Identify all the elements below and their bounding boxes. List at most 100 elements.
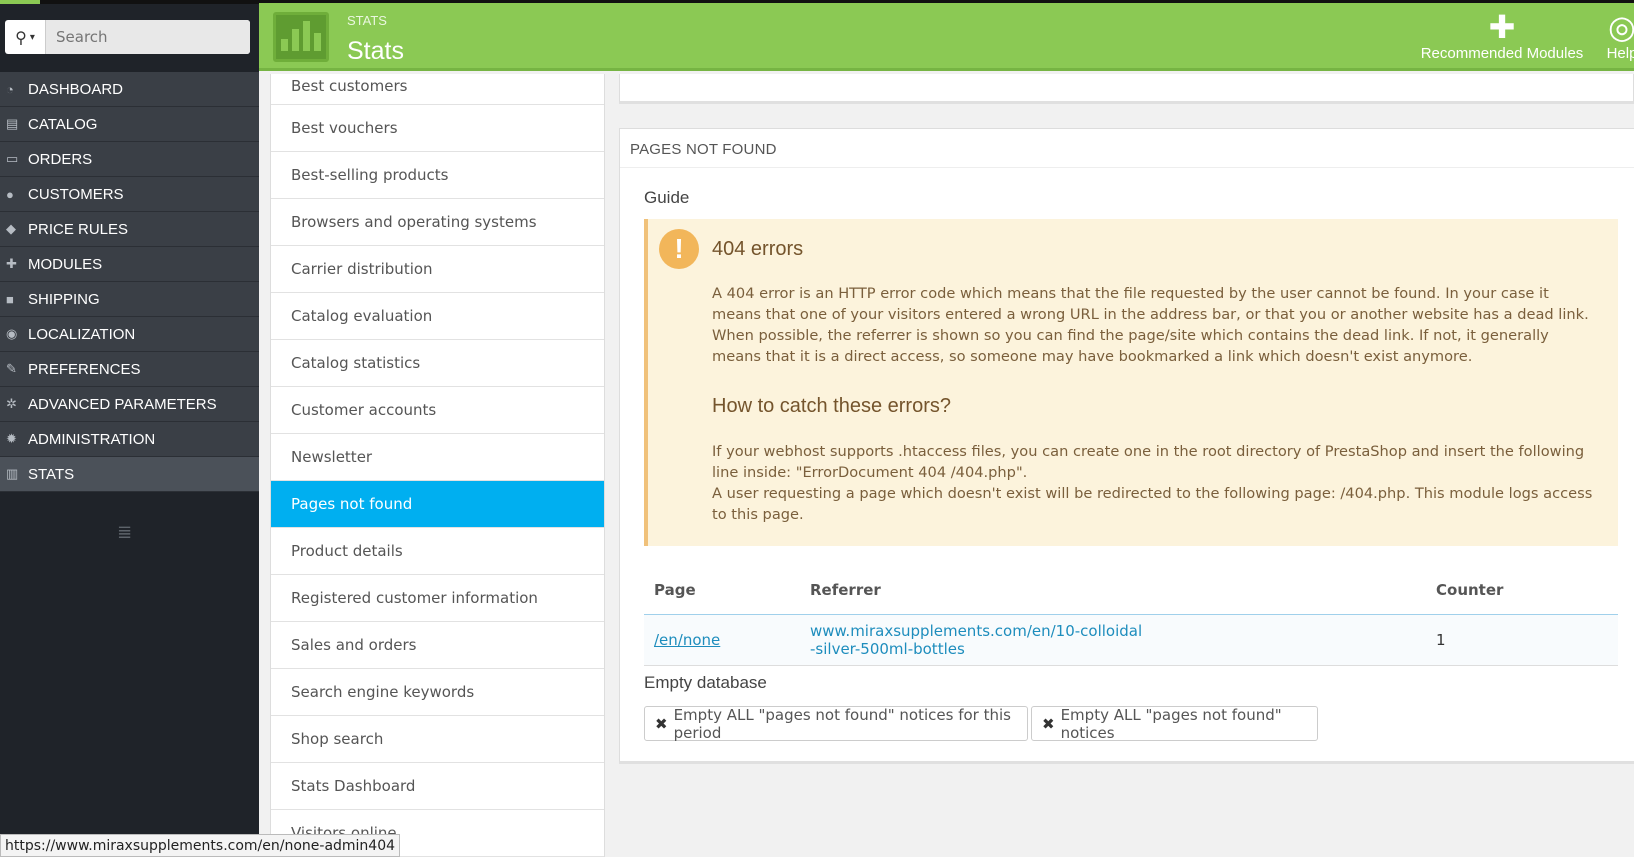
sidebar-item-stats[interactable]: ▥ STATS xyxy=(0,457,259,492)
stats-list-item[interactable]: Registered customer information xyxy=(271,575,604,622)
table-cell-referrer: www.miraxsupplements.com/en/10-colloidal… xyxy=(800,614,1426,666)
close-icon: ✖ xyxy=(655,714,668,733)
stats-list-item[interactable]: Catalog evaluation xyxy=(271,293,604,340)
sidebar-menu: ◔ DASHBOARD ▤ CATALOG ▭ ORDERS ● CUSTOMERS ◆ PRIC… xyxy=(0,72,259,492)
sidebar: ⚲ ▾ ◔ DASHBOARD ▤ CATALOG ▭ ORDERS ● CUSTOMERS ◆… xyxy=(0,0,259,857)
sidebar-item-price-rules[interactable]: ◆ PRICE RULES xyxy=(0,212,259,247)
stats-list-item[interactable]: Browsers and operating systems xyxy=(271,199,604,246)
breadcrumb: STATS xyxy=(347,13,387,28)
stats-module-list: Best customers Best vouchers Best-selling … xyxy=(270,74,605,857)
sidebar-item-label: CATALOG xyxy=(28,115,98,133)
exclamation-icon: ! xyxy=(659,229,699,269)
life-ring-icon: ◎ xyxy=(1608,9,1634,45)
help-label: Help xyxy=(1606,45,1634,62)
header-bar: STATS Stats ✚ Recommended Modules ◎ Help xyxy=(259,0,1634,71)
referrer-link-line1: www.miraxsupplements.com/en/10-colloidal xyxy=(810,621,1143,640)
puzzle-icon: ✚ xyxy=(6,256,17,271)
sidebar-item-catalog[interactable]: ▤ CATALOG xyxy=(0,107,259,142)
bar-chart-icon: ▥ xyxy=(6,466,19,481)
stats-list-item[interactable]: Product details xyxy=(271,528,604,575)
sidebar-item-preferences[interactable]: ✎ PREFERENCES xyxy=(0,352,259,387)
column-header-page: Page xyxy=(644,566,800,615)
table-row: /en/none www.miraxsupplements.com/en/10-… xyxy=(644,614,1618,666)
recommended-modules-button[interactable]: ✚ Recommended Modules xyxy=(1412,9,1592,62)
warning-alert: ! 404 errors A 404 error is an HTTP erro… xyxy=(644,219,1618,546)
referrer-link-line2: -silver-500ml-bottles xyxy=(810,639,965,658)
search-icon: ⚲ xyxy=(15,27,27,47)
stats-list-item[interactable]: Catalog statistics xyxy=(271,340,604,387)
page-title: Stats xyxy=(347,37,404,65)
sidebar-item-advanced-parameters[interactable]: ✲ ADVANCED PARAMETERS xyxy=(0,387,259,422)
users-icon: ● xyxy=(6,186,14,202)
empty-period-label: Empty ALL "pages not found" notices for … xyxy=(673,705,1011,742)
help-button[interactable]: ◎ Help xyxy=(1602,9,1634,62)
sidebar-item-label: ADVANCED PARAMETERS xyxy=(28,395,217,413)
sidebar-item-label: SHIPPING xyxy=(28,290,100,308)
tachometer-icon: ◔ xyxy=(6,81,14,97)
table-cell-page: /en/none xyxy=(644,614,800,666)
sidebar-item-customers[interactable]: ● CUSTOMERS xyxy=(0,177,259,212)
sidebar-item-label: CUSTOMERS xyxy=(28,185,124,203)
page-link[interactable]: /en/none xyxy=(654,631,720,649)
column-header-referrer: Referrer xyxy=(800,566,1426,615)
sidebar-item-label: ORDERS xyxy=(28,150,93,168)
alert-title: 404 errors xyxy=(712,238,804,260)
alert-subtitle: How to catch these errors? xyxy=(712,395,951,417)
stats-list-item[interactable]: Pages not found xyxy=(271,481,604,528)
sidebar-item-localization[interactable]: ◉ LOCALIZATION xyxy=(0,317,259,352)
credit-card-icon: ▭ xyxy=(6,151,19,166)
stats-list-item[interactable]: Best-selling products xyxy=(271,152,604,199)
cogs-icon: ✲ xyxy=(6,396,17,411)
sidebar-item-label: PRICE RULES xyxy=(28,220,129,238)
stats-list-item[interactable]: Carrier distribution xyxy=(271,246,604,293)
close-icon: ✖ xyxy=(1042,714,1055,733)
alert-instructions-line1: If your webhost supports .htaccess files… xyxy=(712,443,1585,481)
menu-collapse-icon[interactable]: ≣ xyxy=(117,522,132,543)
empty-period-button[interactable]: ✖ Empty ALL "pages not found" notices fo… xyxy=(644,705,1028,742)
stats-list-item[interactable]: Newsletter xyxy=(271,434,604,481)
sidebar-item-orders[interactable]: ▭ ORDERS xyxy=(0,142,259,177)
alert-text: A 404 error is an HTTP error code which … xyxy=(712,285,1589,365)
globe-icon: ◉ xyxy=(6,326,18,341)
stats-list-item[interactable]: Search engine keywords xyxy=(271,669,604,716)
puzzle-icon: ✚ xyxy=(1488,9,1516,45)
guide-title: Guide xyxy=(644,188,690,207)
referrer-link[interactable]: www.miraxsupplements.com/en/10-colloidal… xyxy=(810,622,1426,658)
sidebar-top-line xyxy=(0,0,259,4)
column-header-counter: Counter xyxy=(1426,566,1618,615)
tags-icon: ◆ xyxy=(6,221,16,236)
panel-heading: PAGES NOT FOUND xyxy=(630,141,777,158)
sidebar-item-shipping[interactable]: ■ SHIPPING xyxy=(0,282,259,317)
sidebar-item-label: MODULES xyxy=(28,255,103,273)
pages-not-found-table: Page Referrer Counter /en/none www.mirax… xyxy=(644,566,1618,666)
empty-all-label: Empty ALL "pages not found" notices xyxy=(1060,705,1282,742)
sidebar-item-label: ADMINISTRATION xyxy=(28,430,156,448)
pages-not-found-panel: PAGES NOT FOUND Guide ! 404 errors A 404… xyxy=(619,128,1634,764)
sidebar-top-accent xyxy=(0,0,40,4)
stats-list-item[interactable]: Best vouchers xyxy=(271,105,604,152)
empty-database-title: Empty database xyxy=(644,673,767,692)
table-cell-counter: 1 xyxy=(1426,614,1618,666)
status-url-tooltip: https://www.miraxsupplements.com/en/none… xyxy=(0,834,401,857)
book-icon: ▤ xyxy=(6,116,19,131)
wrench-icon: ✎ xyxy=(6,361,17,376)
search-type-button[interactable]: ⚲ ▾ xyxy=(5,20,46,54)
stats-list-item[interactable]: Shop search xyxy=(271,716,604,763)
stats-list-item[interactable]: Best customers xyxy=(271,74,604,105)
search-box: ⚲ ▾ xyxy=(5,20,250,54)
sidebar-item-label: STATS xyxy=(28,465,75,483)
sidebar-item-administration[interactable]: ✹ ADMINISTRATION xyxy=(0,422,259,457)
top-panel xyxy=(619,74,1634,104)
stats-list-item[interactable]: Sales and orders xyxy=(271,622,604,669)
alert-instructions-line2: A user requesting a page which doesn't e… xyxy=(712,485,1593,523)
stats-list-item[interactable]: Stats Dashboard xyxy=(271,763,604,810)
stats-list-item[interactable]: Customer accounts xyxy=(271,387,604,434)
sidebar-item-label: PREFERENCES xyxy=(28,360,141,378)
empty-all-button[interactable]: ✖ Empty ALL "pages not found" notices xyxy=(1031,705,1318,742)
sidebar-item-modules[interactable]: ✚ MODULES xyxy=(0,247,259,282)
sidebar-item-dashboard[interactable]: ◔ DASHBOARD xyxy=(0,72,259,107)
search-input[interactable] xyxy=(46,20,250,54)
table-header-row: Page Referrer Counter xyxy=(644,566,1618,615)
caret-down-icon: ▾ xyxy=(29,31,35,43)
truck-icon: ■ xyxy=(6,291,14,307)
